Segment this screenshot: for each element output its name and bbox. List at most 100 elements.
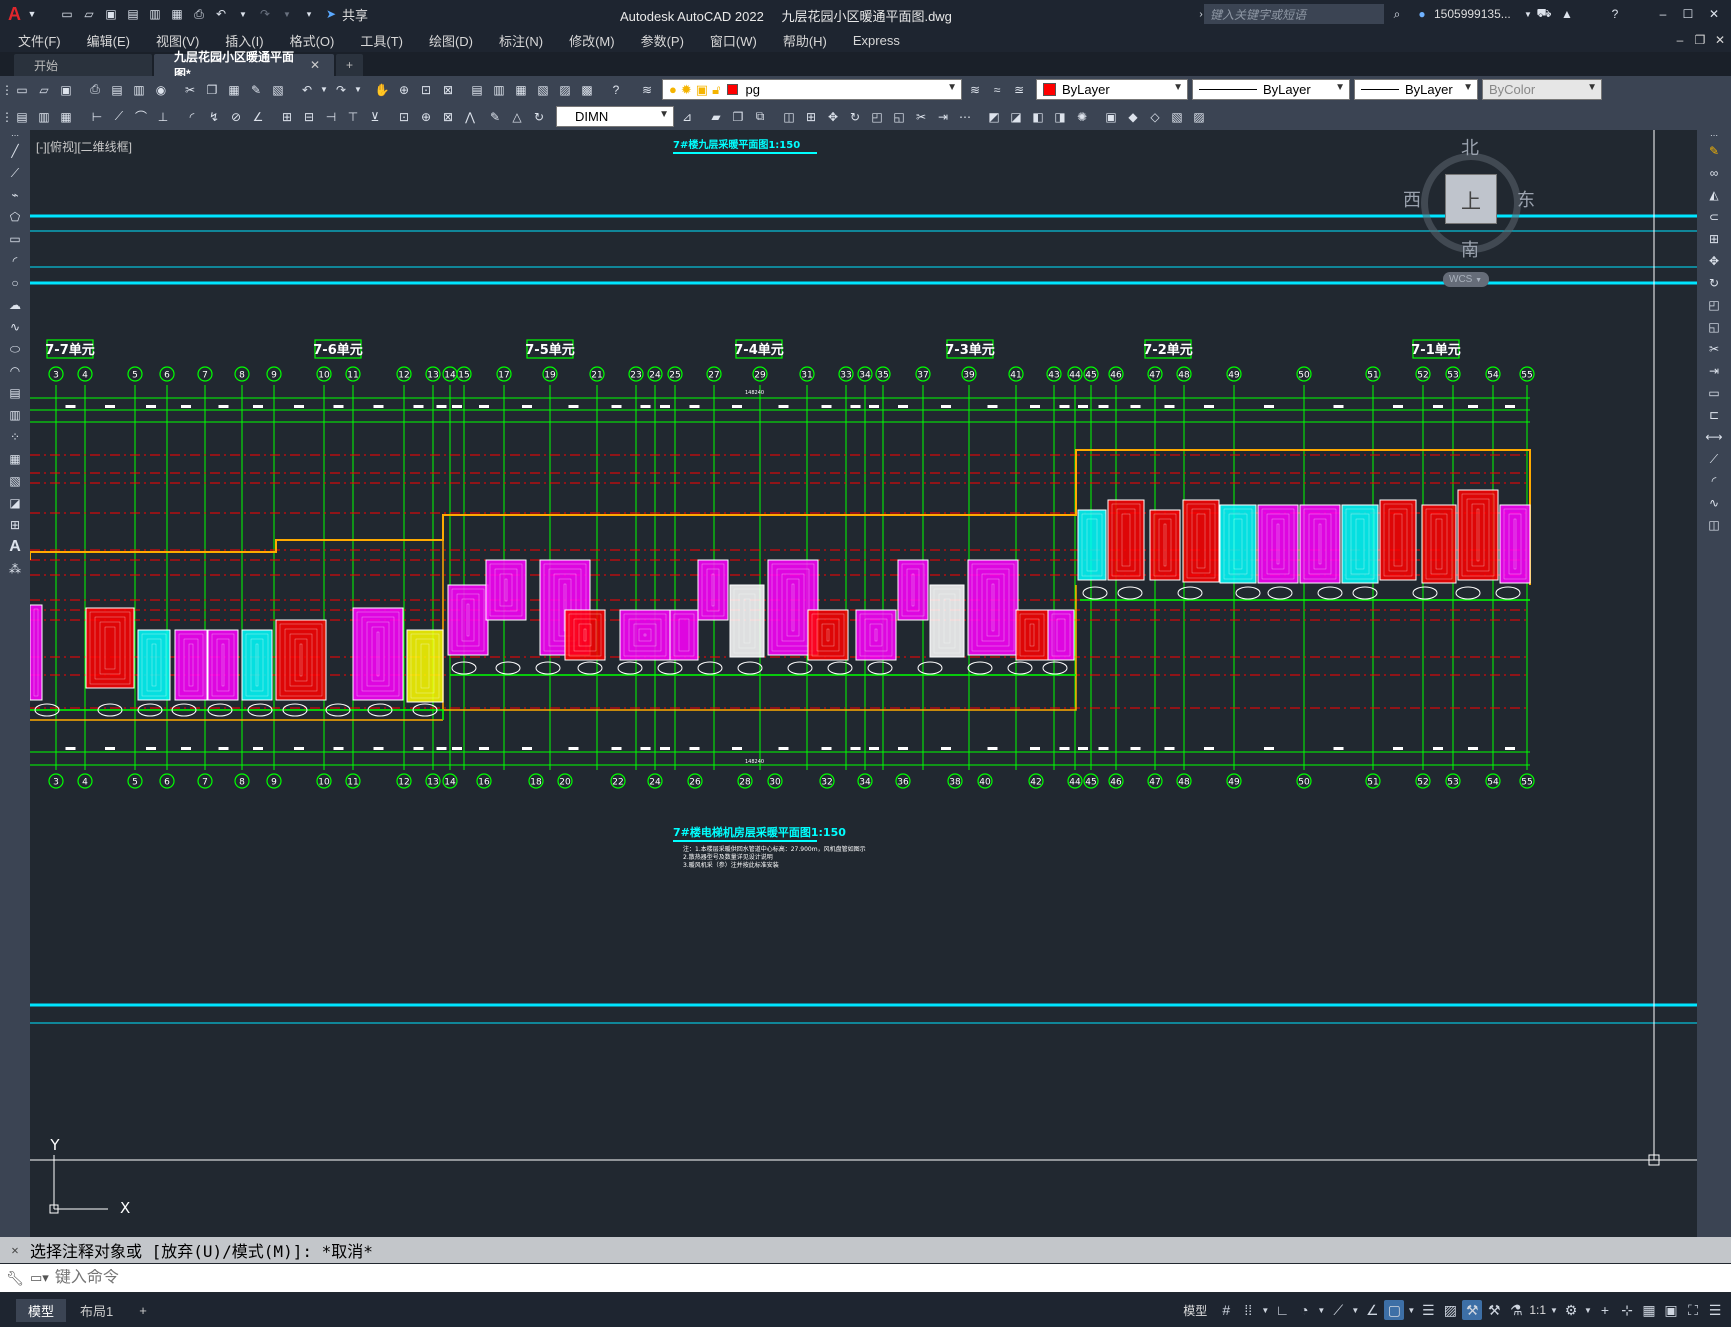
undo-toolbar-dropdown-icon[interactable]: ▼ bbox=[319, 80, 329, 100]
color-dropdown[interactable]: ByLayer ▼ bbox=[1036, 79, 1188, 100]
layer-tool-icon[interactable]: ▤ bbox=[12, 107, 32, 127]
modify-chamfer-icon[interactable]: ◪ bbox=[1006, 107, 1026, 127]
help-toolbar-icon[interactable]: ? bbox=[606, 80, 626, 100]
modify-explode-icon[interactable]: ✺ bbox=[1072, 107, 1092, 127]
dim-radius-icon[interactable]: ◜ bbox=[182, 107, 202, 127]
3d-print-icon[interactable]: ◉ bbox=[151, 80, 171, 100]
toolbar2-grip-icon[interactable]: ⋮ bbox=[1, 107, 13, 127]
menu-dimension[interactable]: 标注(N) bbox=[486, 31, 556, 50]
center-mark-icon[interactable]: ⊕ bbox=[416, 107, 436, 127]
preview-icon[interactable]: ▤ bbox=[107, 80, 127, 100]
dimstyle-manager-icon[interactable]: ⊿ bbox=[677, 107, 697, 127]
add-selected-icon[interactable]: ⁂ bbox=[4, 559, 26, 579]
autodesk-app-icon[interactable]: ▲ bbox=[1557, 4, 1577, 24]
tool-palettes-icon[interactable]: ▦ bbox=[511, 80, 531, 100]
dim-space-icon[interactable]: ⊤ bbox=[343, 107, 363, 127]
modify-scale-icon[interactable]: ◰ bbox=[867, 107, 887, 127]
modify-break-icon[interactable]: ⋯ bbox=[955, 107, 975, 127]
viewcube[interactable]: 上 北 南 西 东 WCS ▼ bbox=[1403, 130, 1535, 300]
close-icon[interactable]: ✕ bbox=[1704, 4, 1724, 24]
save-icon[interactable]: ▣ bbox=[101, 4, 121, 24]
search-icon[interactable]: ⌕ bbox=[1387, 4, 1407, 24]
dimstyle-dropdown[interactable]: DIMN ▼ bbox=[556, 106, 674, 127]
redo-toolbar-icon[interactable]: ↷ bbox=[331, 80, 351, 100]
zoom-previous-icon[interactable]: ⊠ bbox=[438, 80, 458, 100]
layer-previous-icon[interactable]: ≈ bbox=[987, 80, 1007, 100]
insert-block-icon[interactable]: ▤ bbox=[4, 383, 26, 403]
annotation-visibility-icon[interactable]: ⚒ bbox=[1462, 1300, 1483, 1320]
user-icon[interactable]: ● bbox=[1412, 4, 1432, 24]
save-as-icon[interactable]: ▤ bbox=[123, 4, 143, 24]
osnap-icon[interactable]: ▢ bbox=[1384, 1300, 1405, 1320]
copy-object-icon[interactable]: ∞ bbox=[1703, 163, 1725, 183]
menu-window[interactable]: 窗口(W) bbox=[697, 31, 770, 50]
modify-erase-icon[interactable]: ▰ bbox=[706, 107, 726, 127]
construction-line-icon[interactable]: ⟋ bbox=[4, 163, 26, 183]
dim-diameter-icon[interactable]: ⊘ bbox=[226, 107, 246, 127]
new-file-icon[interactable]: ▭ bbox=[57, 4, 77, 24]
modify-stretch-icon[interactable]: ◱ bbox=[889, 107, 909, 127]
pan-icon[interactable]: ✋ bbox=[372, 80, 392, 100]
mirror-icon[interactable]: ◭ bbox=[1703, 185, 1725, 205]
inspect-icon[interactable]: ⊠ bbox=[438, 107, 458, 127]
polygon-icon[interactable]: ⬠ bbox=[4, 207, 26, 227]
open-icon[interactable]: ▱ bbox=[34, 80, 54, 100]
fillet-icon[interactable]: ◜ bbox=[1703, 471, 1725, 491]
sheet-set-icon[interactable]: ▧ bbox=[533, 80, 553, 100]
modify-draworder-icon[interactable]: ▣ bbox=[1101, 107, 1121, 127]
new-tab-button[interactable]: + bbox=[336, 54, 364, 76]
share-label[interactable]: 共享 bbox=[342, 5, 368, 24]
qnew-icon[interactable]: ▭ bbox=[12, 80, 32, 100]
region-icon[interactable]: ◪ bbox=[4, 493, 26, 513]
user-name[interactable]: 1505999135... bbox=[1434, 7, 1511, 21]
dim-linear-icon[interactable]: ⊢ bbox=[87, 107, 107, 127]
rotate-icon[interactable]: ↻ bbox=[1703, 273, 1725, 293]
redo-toolbar-dropdown-icon[interactable]: ▼ bbox=[353, 80, 363, 100]
modify-text-front-icon[interactable]: ▧ bbox=[1167, 107, 1187, 127]
layout-tab-model[interactable]: 模型 bbox=[16, 1298, 67, 1322]
undo-icon[interactable]: ↶ bbox=[211, 4, 231, 24]
dim-continue-icon[interactable]: ⊣ bbox=[321, 107, 341, 127]
help-icon[interactable]: ? bbox=[1605, 4, 1625, 24]
viewcube-top-face[interactable]: 上 bbox=[1445, 174, 1497, 224]
layout-tab-layout1[interactable]: 布局1 bbox=[68, 1299, 125, 1322]
menu-parametric[interactable]: 参数(P) bbox=[628, 31, 697, 50]
compass-north[interactable]: 北 bbox=[1461, 134, 1479, 160]
lineweight-dropdown[interactable]: ByLayer ▼ bbox=[1354, 79, 1478, 100]
dim-angular-icon[interactable]: ∠ bbox=[248, 107, 268, 127]
workspace-gear-icon[interactable]: ⚙ bbox=[1561, 1300, 1581, 1320]
annotation-scale-icon[interactable]: ⚗ bbox=[1506, 1300, 1526, 1320]
layer-vp-icon[interactable]: ▣ bbox=[696, 82, 708, 98]
chamfer-icon[interactable]: ⟋ bbox=[1703, 449, 1725, 469]
dim-arc-icon[interactable]: ⌒ bbox=[131, 107, 151, 127]
menu-express[interactable]: Express bbox=[840, 33, 913, 48]
menu-modify[interactable]: 修改(M) bbox=[556, 31, 628, 50]
share-icon[interactable]: ➤ bbox=[321, 4, 341, 24]
save-web-icon[interactable]: ▦ bbox=[167, 4, 187, 24]
modify-front-icon[interactable]: ◆ bbox=[1123, 107, 1143, 127]
dim-jogged-icon[interactable]: ↯ bbox=[204, 107, 224, 127]
recent-commands-icon[interactable]: ▭▾ bbox=[30, 1270, 49, 1286]
rectangle-icon[interactable]: ▭ bbox=[4, 229, 26, 249]
autocad-logo-icon[interactable]: A bbox=[8, 4, 21, 25]
annotation-monitor-icon[interactable]: + bbox=[1595, 1300, 1615, 1320]
modify-move-icon[interactable]: ✥ bbox=[823, 107, 843, 127]
spline-icon[interactable]: ∿ bbox=[4, 317, 26, 337]
tab-start[interactable]: 开始 bbox=[14, 54, 152, 76]
menu-help[interactable]: 帮助(H) bbox=[770, 31, 840, 50]
auto-scale-icon[interactable]: ⚒ bbox=[1484, 1300, 1504, 1320]
modify-copy-icon[interactable]: ❐ bbox=[728, 107, 748, 127]
help-search-input[interactable]: 键入关键字或短语 bbox=[1204, 4, 1384, 24]
dim-update-icon[interactable]: ↻ bbox=[529, 107, 549, 127]
layer-state-icon[interactable]: ≊ bbox=[1009, 80, 1029, 100]
maximize-icon[interactable]: ☐ bbox=[1678, 4, 1698, 24]
ortho-icon[interactable]: ∟ bbox=[1272, 1300, 1292, 1320]
polar-icon[interactable]: ◔ bbox=[1294, 1300, 1314, 1320]
quick-properties-icon[interactable]: ▦ bbox=[1639, 1300, 1659, 1320]
menu-edit[interactable]: 编辑(E) bbox=[74, 31, 143, 50]
modify-grip-icon[interactable]: ⋯ bbox=[1703, 131, 1725, 140]
line-icon[interactable]: ╱ bbox=[4, 141, 26, 161]
break-icon[interactable]: ⊏ bbox=[1703, 405, 1725, 425]
snap-dropdown-icon[interactable]: ▼ bbox=[1260, 1300, 1270, 1320]
markup-icon[interactable]: ▨ bbox=[555, 80, 575, 100]
